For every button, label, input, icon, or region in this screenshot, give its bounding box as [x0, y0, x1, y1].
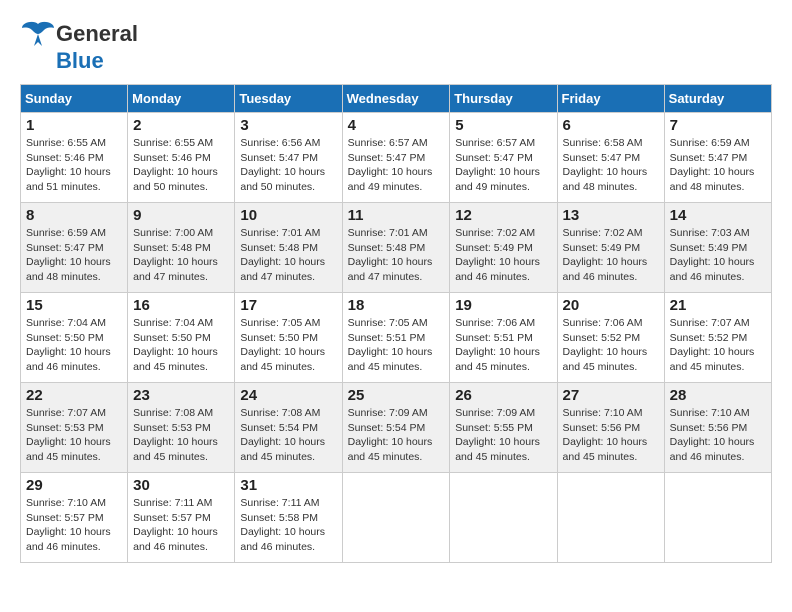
day-14: 14 Sunrise: 7:03 AMSunset: 5:49 PMDaylig… — [664, 203, 771, 293]
page-header: General Blue — [20, 20, 772, 74]
day-23: 23 Sunrise: 7:08 AMSunset: 5:53 PMDaylig… — [128, 383, 235, 473]
header-thursday: Thursday — [450, 85, 557, 113]
week-3: 15 Sunrise: 7:04 AMSunset: 5:50 PMDaylig… — [21, 293, 772, 383]
empty-cell — [450, 473, 557, 563]
day-2: 2 Sunrise: 6:55 AMSunset: 5:46 PMDayligh… — [128, 113, 235, 203]
day-16: 16 Sunrise: 7:04 AMSunset: 5:50 PMDaylig… — [128, 293, 235, 383]
day-13: 13 Sunrise: 7:02 AMSunset: 5:49 PMDaylig… — [557, 203, 664, 293]
day-17: 17 Sunrise: 7:05 AMSunset: 5:50 PMDaylig… — [235, 293, 342, 383]
empty-cell — [664, 473, 771, 563]
day-24: 24 Sunrise: 7:08 AMSunset: 5:54 PMDaylig… — [235, 383, 342, 473]
day-5: 5 Sunrise: 6:57 AMSunset: 5:47 PMDayligh… — [450, 113, 557, 203]
week-5: 29 Sunrise: 7:10 AMSunset: 5:57 PMDaylig… — [21, 473, 772, 563]
weekday-header-row: Sunday Monday Tuesday Wednesday Thursday… — [21, 85, 772, 113]
day-31: 31 Sunrise: 7:11 AMSunset: 5:58 PMDaylig… — [235, 473, 342, 563]
day-25: 25 Sunrise: 7:09 AMSunset: 5:54 PMDaylig… — [342, 383, 450, 473]
day-6: 6 Sunrise: 6:58 AMSunset: 5:47 PMDayligh… — [557, 113, 664, 203]
logo-blue: Blue — [56, 48, 104, 73]
header-friday: Friday — [557, 85, 664, 113]
day-19: 19 Sunrise: 7:06 AMSunset: 5:51 PMDaylig… — [450, 293, 557, 383]
logo: General Blue — [20, 20, 138, 74]
day-3: 3 Sunrise: 6:56 AMSunset: 5:47 PMDayligh… — [235, 113, 342, 203]
day-29: 29 Sunrise: 7:10 AMSunset: 5:57 PMDaylig… — [21, 473, 128, 563]
day-9: 9 Sunrise: 7:00 AMSunset: 5:48 PMDayligh… — [128, 203, 235, 293]
day-27: 27 Sunrise: 7:10 AMSunset: 5:56 PMDaylig… — [557, 383, 664, 473]
empty-cell — [342, 473, 450, 563]
day-28: 28 Sunrise: 7:10 AMSunset: 5:56 PMDaylig… — [664, 383, 771, 473]
header-saturday: Saturday — [664, 85, 771, 113]
header-wednesday: Wednesday — [342, 85, 450, 113]
week-1: 1 Sunrise: 6:55 AMSunset: 5:46 PMDayligh… — [21, 113, 772, 203]
empty-cell — [557, 473, 664, 563]
day-15: 15 Sunrise: 7:04 AMSunset: 5:50 PMDaylig… — [21, 293, 128, 383]
day-7: 7 Sunrise: 6:59 AMSunset: 5:47 PMDayligh… — [664, 113, 771, 203]
week-4: 22 Sunrise: 7:07 AMSunset: 5:53 PMDaylig… — [21, 383, 772, 473]
day-26: 26 Sunrise: 7:09 AMSunset: 5:55 PMDaylig… — [450, 383, 557, 473]
day-18: 18 Sunrise: 7:05 AMSunset: 5:51 PMDaylig… — [342, 293, 450, 383]
day-22: 22 Sunrise: 7:07 AMSunset: 5:53 PMDaylig… — [21, 383, 128, 473]
day-21: 21 Sunrise: 7:07 AMSunset: 5:52 PMDaylig… — [664, 293, 771, 383]
header-tuesday: Tuesday — [235, 85, 342, 113]
day-8: 8 Sunrise: 6:59 AMSunset: 5:47 PMDayligh… — [21, 203, 128, 293]
day-12: 12 Sunrise: 7:02 AMSunset: 5:49 PMDaylig… — [450, 203, 557, 293]
logo-bird-icon — [20, 20, 56, 48]
calendar-table: Sunday Monday Tuesday Wednesday Thursday… — [20, 84, 772, 563]
week-2: 8 Sunrise: 6:59 AMSunset: 5:47 PMDayligh… — [21, 203, 772, 293]
day-20: 20 Sunrise: 7:06 AMSunset: 5:52 PMDaylig… — [557, 293, 664, 383]
header-sunday: Sunday — [21, 85, 128, 113]
day-4: 4 Sunrise: 6:57 AMSunset: 5:47 PMDayligh… — [342, 113, 450, 203]
header-monday: Monday — [128, 85, 235, 113]
day-10: 10 Sunrise: 7:01 AMSunset: 5:48 PMDaylig… — [235, 203, 342, 293]
day-30: 30 Sunrise: 7:11 AMSunset: 5:57 PMDaylig… — [128, 473, 235, 563]
day-11: 11 Sunrise: 7:01 AMSunset: 5:48 PMDaylig… — [342, 203, 450, 293]
day-1: 1 Sunrise: 6:55 AMSunset: 5:46 PMDayligh… — [21, 113, 128, 203]
logo-general: General — [56, 21, 138, 47]
